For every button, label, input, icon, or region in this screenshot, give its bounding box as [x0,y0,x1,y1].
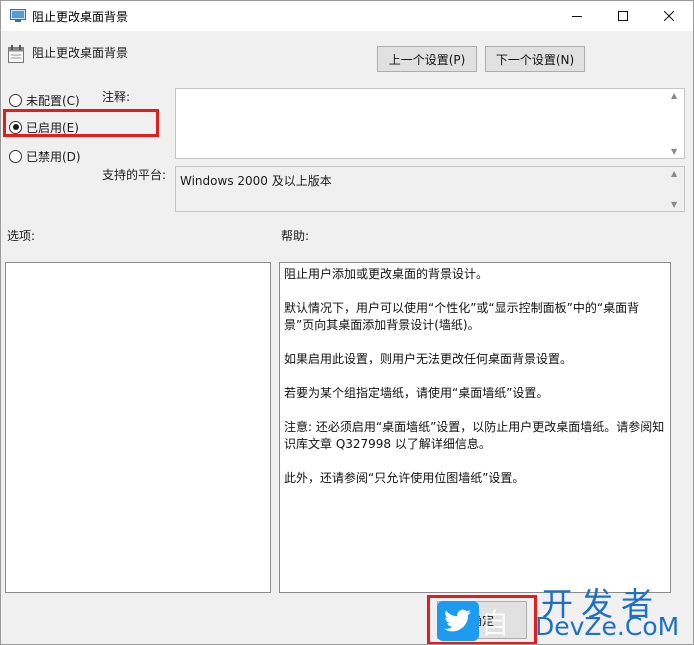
close-icon [664,11,674,21]
platform-field: Windows 2000 及以上版本 ▲ ▼ [175,166,685,212]
help-paragraph: 注意: 还必须启用“桌面墙纸”设置，以防止用户更改桌面墙纸。请参阅知识库文章 Q… [284,420,665,451]
help-paragraph: 默认情况下，用户可以使用“个性化”或“显示控制面板”中的“桌面背景”页向其桌面添… [284,301,640,332]
scroll-down-icon[interactable]: ▼ [671,200,677,209]
next-setting-button[interactable]: 下一个设置(N) [485,46,585,72]
maximize-button[interactable] [600,1,646,31]
comment-scrollbar[interactable]: ▲ ▼ [667,89,684,158]
platform-scrollbar[interactable]: ▲ ▼ [667,167,684,211]
minimize-button[interactable] [554,1,600,31]
policy-name: 阻止更改桌面背景 [32,46,129,60]
radio-circle [9,93,22,107]
radio-not-configured[interactable]: 未配置(C) [9,91,80,109]
comment-label: 注释: [102,90,131,104]
window-app-icon [10,9,26,23]
help-pane: 阻止用户添加或更改桌面的背景设计。 默认情况下，用户可以使用“个性化”或“显示控… [279,262,671,593]
highlight-ok-box [427,595,537,644]
scroll-up-icon[interactable]: ▲ [671,91,677,100]
minimize-icon [572,16,582,17]
watermark-site: DevZe.CoM [535,612,680,641]
policy-dialog: 阻止更改桌面背景 阻止更改桌面背景 上一个设置(P) 下一个设置(N) 未配置(… [0,0,694,645]
policy-icon [8,45,24,63]
platform-value: Windows 2000 及以上版本 [180,174,332,188]
previous-setting-button[interactable]: 上一个设置(P) [377,46,477,72]
maximize-icon [618,11,628,21]
help-paragraph: 如果启用此设置，则用户无法更改任何桌面背景设置。 [284,352,573,366]
scroll-down-icon[interactable]: ▼ [671,147,677,156]
help-paragraph: 阻止用户添加或更改桌面的背景设计。 [284,267,489,281]
close-button[interactable] [646,1,692,31]
options-label: 选项: [7,229,36,243]
scroll-up-icon[interactable]: ▲ [671,169,677,178]
radio-disabled[interactable]: 已禁用(D) [9,147,81,165]
comment-textarea[interactable]: ▲ ▼ [175,88,685,159]
radio-circle [9,149,22,163]
help-paragraph: 若要为某个组指定墙纸，请使用“桌面墙纸”设置。 [284,386,549,400]
help-paragraph: 此外，还请参阅“只允许使用位图墙纸”设置。 [284,471,525,485]
platform-label: 支持的平台: [102,168,167,182]
title-bar: 阻止更改桌面背景 [1,1,693,31]
options-pane [5,262,271,593]
window-title: 阻止更改桌面背景 [32,10,129,24]
radio-label: 已禁用(D) [26,149,81,164]
radio-label: 未配置(C) [26,93,80,108]
highlight-enabled-box [3,109,159,137]
help-label: 帮助: [281,229,310,243]
